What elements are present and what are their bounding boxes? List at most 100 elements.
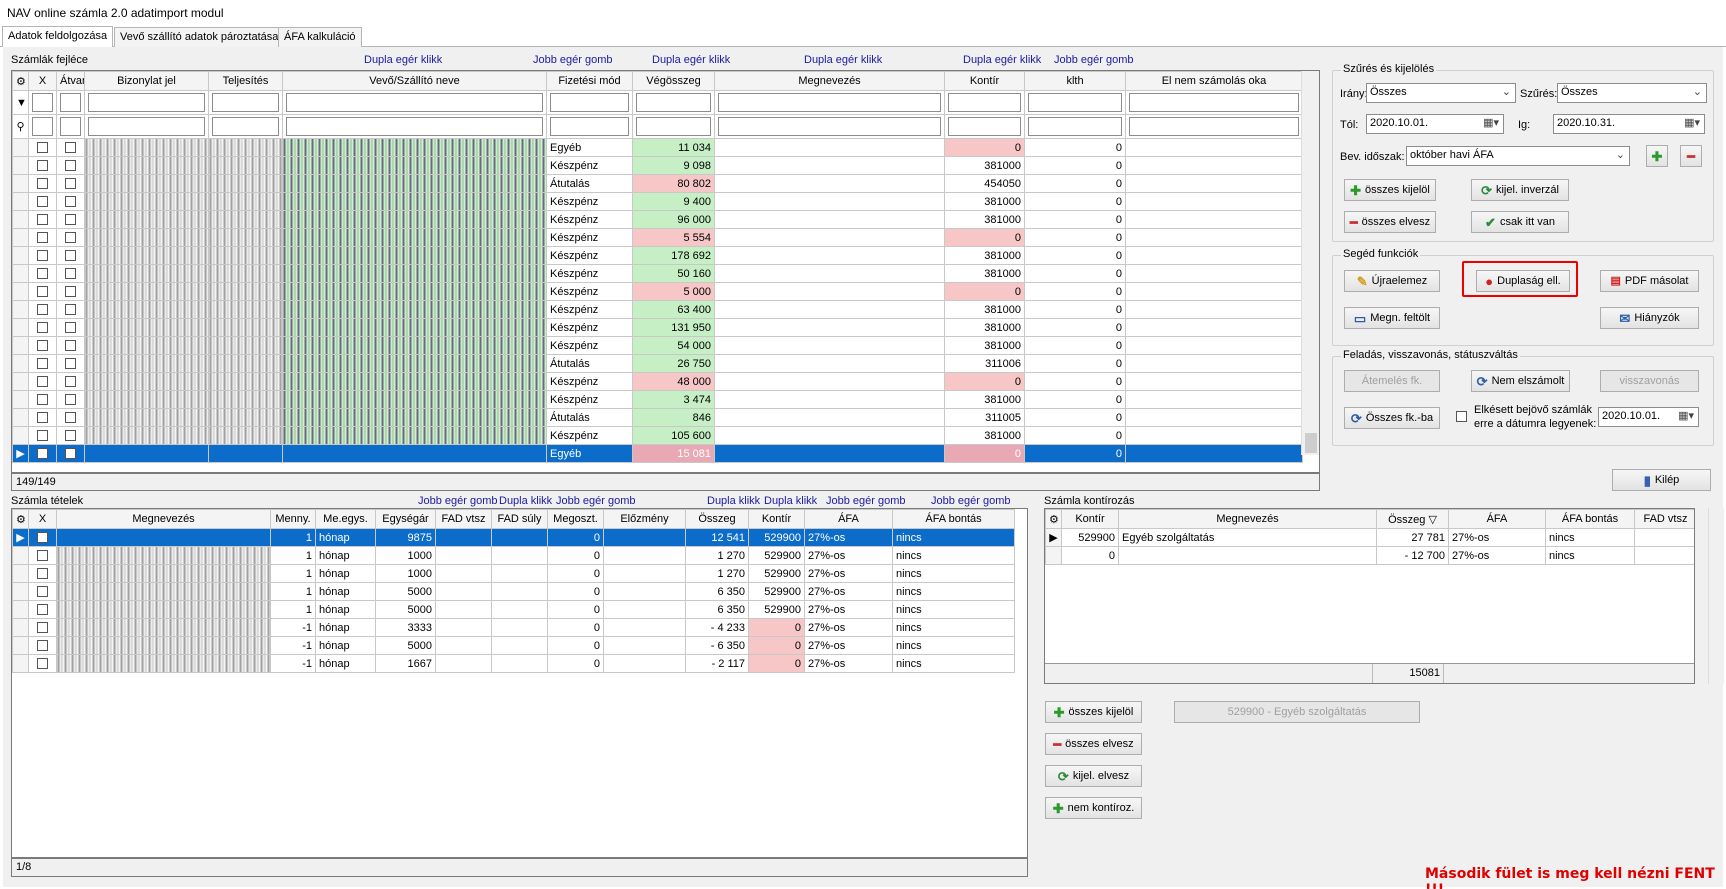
row-checkbox[interactable]	[65, 214, 76, 226]
row-checkbox[interactable]	[37, 412, 48, 424]
search-input[interactable]	[286, 117, 543, 136]
checkbox-cell[interactable]	[56, 354, 85, 373]
col-x[interactable]: X	[28, 71, 57, 91]
row-checkbox[interactable]	[65, 160, 76, 172]
table-row[interactable]: 0 - 12 700 27%-os nincs	[1045, 546, 1694, 565]
search-input[interactable]	[1129, 117, 1299, 136]
checkbox-cell[interactable]	[28, 600, 57, 619]
filter-input[interactable]	[1129, 93, 1299, 112]
checkbox-cell[interactable]	[28, 174, 57, 193]
col-klth[interactable]: klth	[1024, 71, 1126, 91]
table-row[interactable]: Átutalás 846 311005 0	[12, 408, 1303, 427]
table-row[interactable]: 1 hónap 1000 0 1 270 529900 27%-os nincs	[12, 546, 1015, 565]
all-to-ledger-button[interactable]: ⟳ Összes fk.-ba	[1344, 407, 1440, 429]
col-fad-vtsz[interactable]: FAD vtsz	[1634, 509, 1694, 529]
checkbox-cell[interactable]	[28, 372, 57, 391]
checkbox-cell[interactable]	[56, 156, 85, 175]
checkbox-cell[interactable]	[56, 138, 85, 157]
invert-selection-button[interactable]: ⟳ kijel. inverzál	[1471, 179, 1569, 201]
checkbox-cell[interactable]	[28, 408, 57, 427]
items-grid[interactable]: ⚙ X Megnevezés Menny. Me.egys. Egységár …	[11, 508, 1028, 858]
checkbox-cell[interactable]	[28, 354, 57, 373]
checkbox-cell[interactable]	[56, 408, 85, 427]
filter-input[interactable]	[718, 93, 941, 112]
row-checkbox[interactable]	[37, 322, 48, 334]
table-row[interactable]: 1 hónap 1000 0 1 270 529900 27%-os nincs	[12, 564, 1015, 583]
checkbox-cell[interactable]	[28, 528, 57, 547]
col-fizmod[interactable]: Fizetési mód	[546, 71, 633, 91]
row-checkbox[interactable]	[37, 376, 48, 388]
col-osszeg[interactable]: Összeg ▽	[1376, 509, 1449, 529]
checkbox-cell[interactable]	[28, 444, 57, 463]
checkbox-cell[interactable]	[56, 390, 85, 409]
row-checkbox[interactable]	[37, 304, 48, 316]
table-row[interactable]: Átutalás 26 750 311006 0	[12, 354, 1303, 373]
checkbox-cell[interactable]	[28, 138, 57, 157]
to-date-input[interactable]: 2020.10.31. ▦▾	[1553, 114, 1705, 134]
revoke-button[interactable]: visszavonás	[1600, 370, 1699, 392]
col-megnevezes[interactable]: Megnevezés	[714, 71, 945, 91]
filter-select[interactable]: Összes ⌄	[1557, 83, 1707, 103]
table-row[interactable]: Készpénz 5 000 0 0	[12, 282, 1303, 301]
col-bizonylat[interactable]: Bizonylat jel	[84, 71, 209, 91]
row-checkbox[interactable]	[65, 286, 76, 298]
invoice-header-grid[interactable]: ⚙ X Átvan Bizonylat jel Teljesítés Vevő/…	[11, 70, 1320, 473]
row-checkbox[interactable]	[65, 196, 76, 208]
table-row[interactable]: Készpénz 48 000 0 0	[12, 372, 1303, 391]
row-checkbox[interactable]	[65, 250, 76, 262]
checkbox-cell[interactable]	[56, 282, 85, 301]
table-row[interactable]: ▶ 1 hónap 9875 0 12 541 529900 27%-os nincs	[12, 528, 1015, 547]
checkbox-cell[interactable]	[28, 156, 57, 175]
grid-settings-icon[interactable]: ⚙	[1045, 509, 1062, 529]
row-checkbox[interactable]	[37, 394, 48, 406]
row-checkbox[interactable]	[37, 622, 48, 634]
exit-button[interactable]: ▮ Kilép	[1612, 469, 1711, 491]
table-row[interactable]: 1 hónap 5000 0 6 350 529900 27%-os nincs	[12, 582, 1015, 601]
row-checkbox[interactable]	[37, 604, 48, 616]
tab-afa[interactable]: ÁFA kalkuláció	[278, 27, 362, 47]
row-checkbox[interactable]	[37, 586, 48, 598]
search-input[interactable]	[60, 117, 81, 136]
row-checkbox[interactable]	[65, 304, 76, 316]
table-row[interactable]: -1 hónap 1667 0- 2 117 0 27%-os nincs	[12, 654, 1015, 673]
search-input[interactable]	[32, 117, 53, 136]
checkbox-cell[interactable]	[56, 426, 85, 445]
row-checkbox[interactable]	[37, 160, 48, 172]
grid-settings-icon[interactable]: ⚙	[12, 509, 29, 529]
row-checkbox[interactable]	[37, 358, 48, 370]
checkbox-cell[interactable]	[56, 210, 85, 229]
missing-button[interactable]: ✉ Hiányzók	[1600, 307, 1699, 329]
select-all-button[interactable]: ✚ összes kijelöl	[1344, 179, 1436, 201]
col-afa[interactable]: ÁFA	[804, 509, 893, 529]
checkbox-cell[interactable]	[28, 582, 57, 601]
col-megnevezes[interactable]: Megnevezés	[56, 509, 271, 529]
filter-input[interactable]	[286, 93, 543, 112]
kontir-deselect-button[interactable]: ⟳ kijel. elvesz	[1045, 765, 1142, 787]
checkbox-cell[interactable]	[28, 654, 57, 673]
table-row[interactable]: ▶ 529900 Egyéb szolgáltatás 27 781 27%-os nin…	[1045, 528, 1694, 547]
period-select[interactable]: október havi ÁFA ⌄	[1406, 146, 1630, 166]
table-row[interactable]: -1 hónap 5000 0- 6 350 0 27%-os nincs	[12, 636, 1015, 655]
table-row[interactable]: -1 hónap 3333 0- 4 233 0 27%-os nincs	[12, 618, 1015, 637]
add-period-button[interactable]: ✚	[1646, 145, 1668, 167]
row-checkbox[interactable]	[65, 232, 76, 244]
reparse-button[interactable]: ✎ Újraelemez	[1344, 270, 1440, 292]
checkbox-cell[interactable]	[28, 336, 57, 355]
col-megoszt[interactable]: Megoszt.	[547, 509, 604, 529]
scroll-thumb[interactable]	[1305, 433, 1317, 453]
col-atvan[interactable]: Átvan	[56, 71, 85, 91]
row-checkbox[interactable]	[65, 412, 76, 424]
filter-input[interactable]	[1028, 93, 1122, 112]
search-input[interactable]	[550, 117, 629, 136]
row-checkbox[interactable]	[65, 358, 76, 370]
row-checkbox[interactable]	[37, 268, 48, 280]
col-vegosszeg[interactable]: Végösszeg	[632, 71, 715, 91]
col-fad-vtsz[interactable]: FAD vtsz	[435, 509, 492, 529]
table-row[interactable]: Egyéb 11 034 0 0	[12, 138, 1303, 157]
checkbox-cell[interactable]	[56, 174, 85, 193]
checkbox-cell[interactable]	[28, 318, 57, 337]
checkbox-cell[interactable]	[28, 282, 57, 301]
transfer-button[interactable]: Átemelés fk.	[1344, 370, 1440, 392]
checkbox-cell[interactable]	[28, 564, 57, 583]
checkbox-cell[interactable]	[56, 264, 85, 283]
